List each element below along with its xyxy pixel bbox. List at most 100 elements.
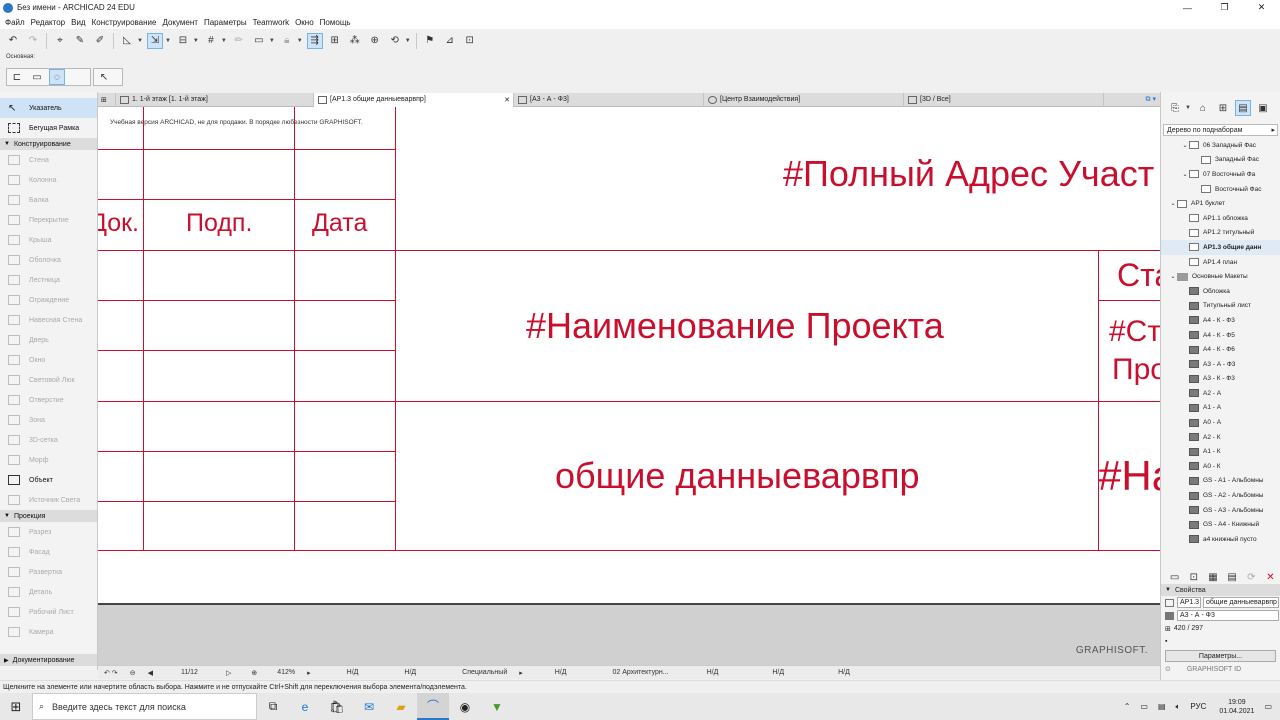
nd-value[interactable]: Н/Д (838, 669, 850, 676)
chevron-down-icon[interactable]: ▼ (221, 38, 227, 44)
network-icon[interactable]: ▭ (1140, 702, 1148, 711)
maximize-button[interactable]: ❐ (1206, 0, 1243, 15)
parameters-button[interactable]: Параметры... (1165, 650, 1276, 662)
text-icon[interactable]: ⊞ (327, 33, 343, 49)
tree-item[interactable]: ⌄ АР1 буклет (1161, 196, 1280, 211)
tree-item[interactable]: А0 - А (1161, 415, 1280, 430)
nd-value[interactable]: Н/Д (707, 669, 719, 676)
tab-master-layout[interactable]: [А3 - А - Ф3] (514, 92, 704, 107)
tool-item[interactable]: Стена (0, 150, 97, 170)
tool-item[interactable]: Колонна (0, 170, 97, 190)
mode-dropdown-icon[interactable]: ▸ (519, 669, 523, 677)
layout-canvas[interactable]: Учебная версия ARCHICAD, не для продажи.… (98, 107, 1160, 603)
volume-icon[interactable]: 🔈︎ (1176, 702, 1181, 712)
layout-name-field[interactable]: общие данныеварвпр (1203, 597, 1279, 608)
gravity-icon[interactable]: ⇲ (146, 32, 163, 49)
master-layout-dropdown[interactable]: А3 - А - Ф3 (1177, 610, 1279, 621)
layer-combination[interactable]: 02 Архитектурн... (613, 669, 669, 676)
tool-item[interactable]: Разрез (0, 522, 97, 542)
chevron-down-icon[interactable]: ▼ (1185, 105, 1191, 111)
chevron-down-icon[interactable]: ▼ (297, 38, 303, 44)
task-view-icon[interactable]: ⧉ (257, 693, 289, 720)
tool-item[interactable]: Крыша (0, 230, 97, 250)
open-icon[interactable]: ▤ (1225, 569, 1240, 585)
tab-layout-ar13[interactable]: [АР1.3 общие данныеварвпр] ✕ (314, 92, 514, 107)
trace-icon[interactable]: ▭ (251, 33, 267, 49)
archicad-icon[interactable]: ⌒ (417, 693, 449, 720)
group-icon[interactable]: ⊕ (367, 33, 383, 49)
menu-edit[interactable]: Редактор (28, 18, 68, 27)
window-select-icon[interactable]: ⊏ (9, 69, 25, 85)
tool-item[interactable]: Отверстие (0, 390, 97, 410)
transform-icon[interactable]: ⁂ (347, 33, 363, 49)
store-icon[interactable]: 🛍︎ (321, 693, 353, 720)
edge-icon[interactable]: e (289, 693, 321, 720)
nd-value[interactable]: Н/Д (404, 669, 416, 676)
tree-item[interactable]: АР1.1 обложка (1161, 211, 1280, 226)
tool-item[interactable]: Световой Люк (0, 370, 97, 390)
tree-item[interactable]: GS - А4 - Книжный (1161, 517, 1280, 532)
tool-item[interactable]: Дверь (0, 330, 97, 350)
taskbar-search[interactable]: ⌕ Введите здесь текст для поиска (32, 693, 257, 720)
printer-icon[interactable]: ▤ (1158, 702, 1166, 711)
rotate-icon[interactable]: ⟲ (387, 33, 403, 49)
close-button[interactable]: ✕ (1243, 0, 1280, 15)
refresh-icon[interactable]: ⟳ (1244, 569, 1259, 585)
nd-value[interactable]: Н/Д (555, 669, 567, 676)
tool-item[interactable]: Рабочий Лист (0, 602, 97, 622)
nd-value[interactable]: Н/Д (772, 669, 784, 676)
new-subset-icon[interactable]: ⊡ (1186, 569, 1201, 585)
windows-start-icon[interactable]: ⊞ (0, 693, 32, 720)
redo-icon[interactable]: ↷ (25, 33, 41, 49)
tree-item[interactable]: Титульный лист (1161, 299, 1280, 314)
flag-icon[interactable]: ⚑ (422, 33, 438, 49)
tab-floor-plan[interactable]: 1. 1-й этаж [1. 1-й этаж] (116, 92, 314, 107)
tree-item[interactable]: А3 - А - Ф3 (1161, 357, 1280, 372)
menu-teamwork[interactable]: Teamwork (250, 18, 292, 27)
guide-line-icon[interactable]: ◺ (119, 33, 135, 49)
minimize-button[interactable]: — (1169, 0, 1206, 15)
tool-item[interactable]: Перекрытие (0, 210, 97, 230)
tool-item[interactable]: Объект (0, 470, 97, 490)
tool-pointer[interactable]: ↖ Указатель (0, 98, 97, 118)
snap-icon[interactable]: ⊟ (175, 33, 191, 49)
menu-design[interactable]: Конструирование (89, 18, 160, 27)
project-map-icon[interactable]: ⌂ (1195, 100, 1211, 116)
mail-icon[interactable]: ✉ (353, 693, 385, 720)
chevron-down-icon[interactable]: ▼ (137, 38, 143, 44)
rect-select-icon[interactable]: ▭ (29, 69, 45, 85)
tree-expand-icon[interactable]: ⌄ (1181, 142, 1189, 149)
pet-palette-icon[interactable]: ✎ (72, 33, 88, 49)
inject-icon[interactable]: ✐ (92, 33, 108, 49)
tool-item[interactable]: Камера (0, 622, 97, 642)
measure-icon[interactable]: ⊿ (442, 33, 458, 49)
publisher-icon[interactable]: ▣ (1255, 100, 1271, 116)
properties-header[interactable]: ▼ Свойства (1161, 584, 1280, 596)
tree-view-dropdown[interactable]: Дерево по поднаборам ▸ (1163, 124, 1278, 136)
tree-item[interactable]: АР1.2 титульный (1161, 226, 1280, 241)
section-document[interactable]: ▶ Документирование (0, 654, 97, 666)
file-explorer-icon[interactable]: ▰ (385, 693, 417, 720)
tree-item[interactable]: АР1.4 план (1161, 255, 1280, 270)
tree-item[interactable]: А4 - К - Ф6 (1161, 342, 1280, 357)
menu-document[interactable]: Документ (159, 18, 201, 27)
save-view-icon[interactable]: ▦ (1205, 569, 1220, 585)
tool-item[interactable]: 3D-сетка (0, 430, 97, 450)
pencil-icon[interactable]: ✏ (231, 33, 247, 49)
app-icon[interactable]: ▼ (481, 693, 513, 720)
grid-icon[interactable]: # (203, 33, 219, 49)
tree-item[interactable]: А4 - К - Ф5 (1161, 328, 1280, 343)
zoom-dropdown-icon[interactable]: ▸ (307, 669, 311, 677)
navigator-menu-icon[interactable]: ⎘ (1167, 100, 1183, 116)
marquee-icon[interactable]: ⊡ (462, 33, 478, 49)
tree-item[interactable]: Восточный Фас (1161, 182, 1280, 197)
tree-item[interactable]: А0 - К (1161, 459, 1280, 474)
tree-item[interactable]: А1 - А (1161, 401, 1280, 416)
new-layout-icon[interactable]: ▭ (1167, 569, 1182, 585)
zoom-out-icon[interactable]: ⊖ (130, 669, 136, 677)
menu-help[interactable]: Помощь (317, 18, 354, 27)
tree-expand-icon[interactable]: ⌄ (1181, 171, 1189, 178)
delete-icon[interactable]: ✕ (1263, 569, 1278, 585)
tree-item[interactable]: Западный Фас (1161, 153, 1280, 168)
zoom-icon[interactable]: ⊕ (251, 669, 257, 677)
